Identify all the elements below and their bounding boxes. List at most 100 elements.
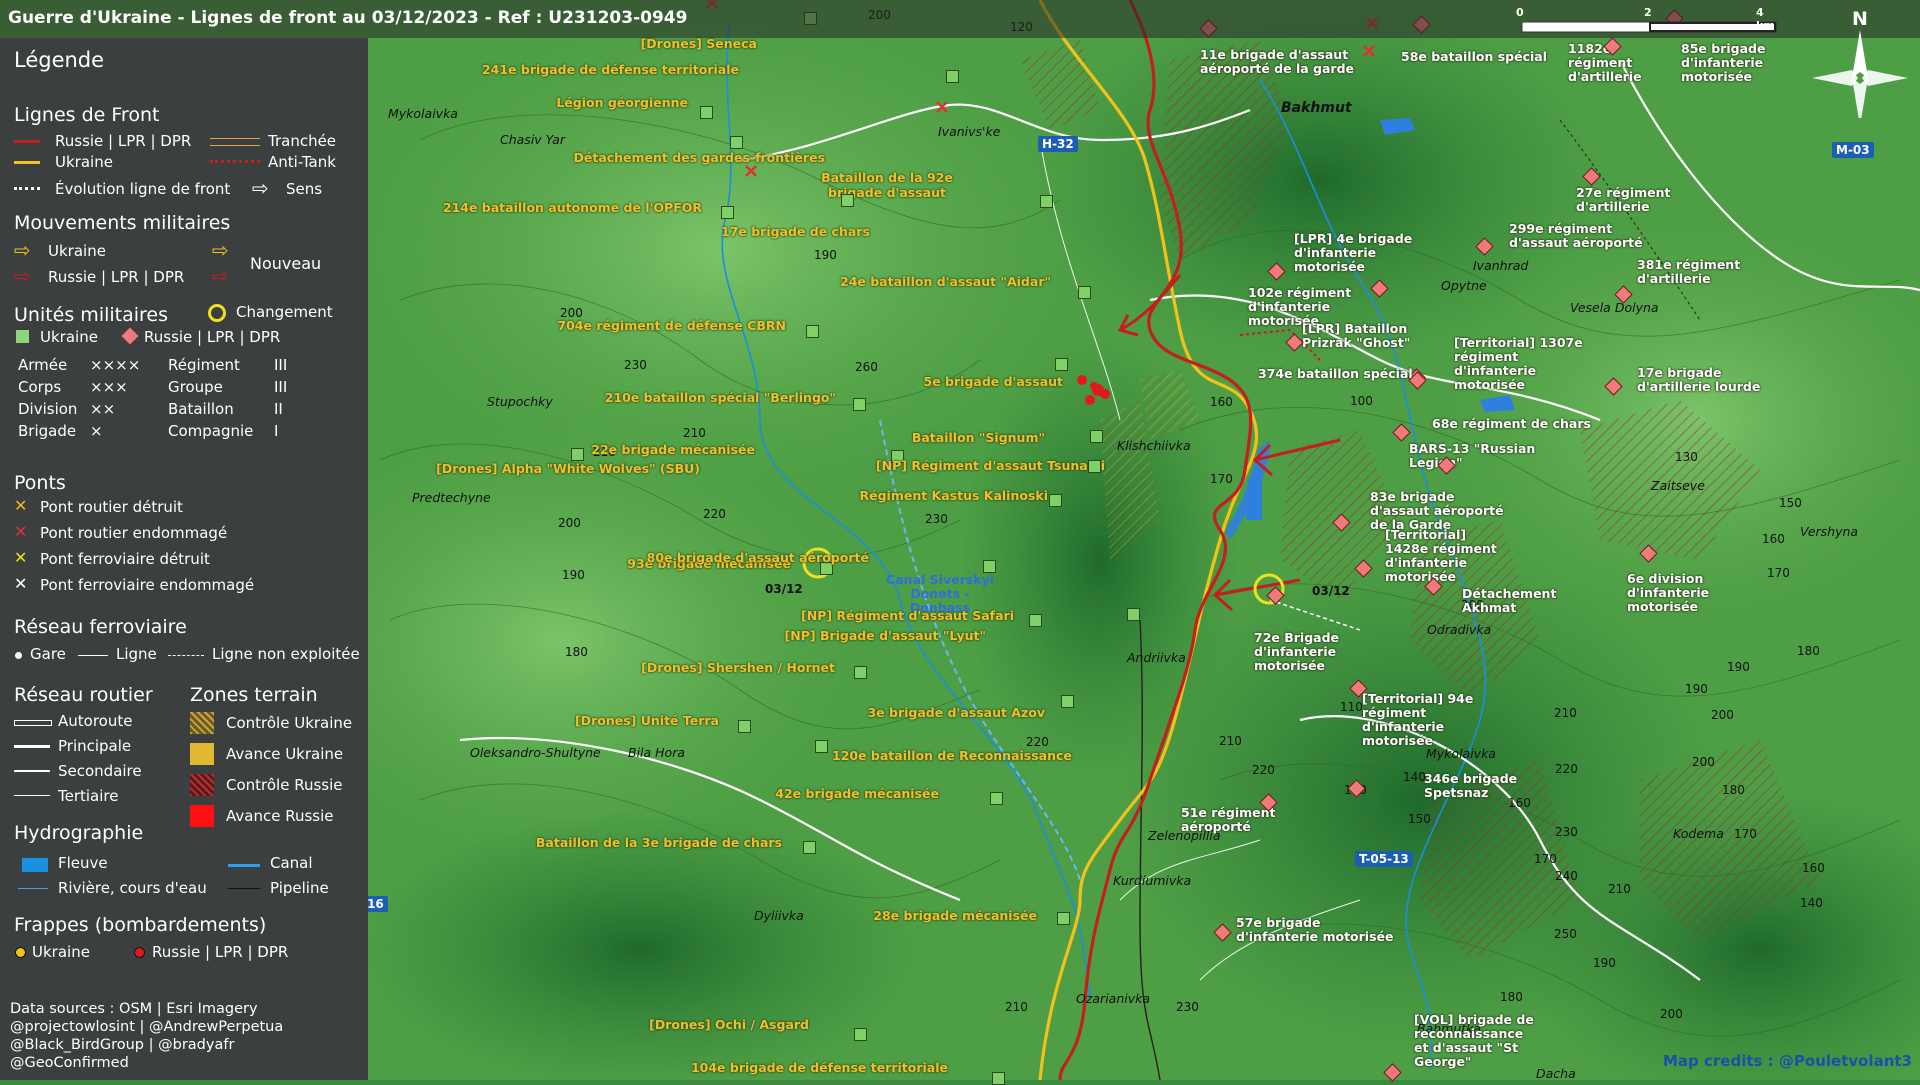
hydro-stream-label: Rivière, cours d'eau: [58, 879, 207, 897]
zone-label: Avance Russie: [226, 807, 334, 825]
place-label: Mykolaivka: [388, 106, 458, 121]
place-label: Andriivka: [1127, 650, 1186, 665]
ukraine-unit-label: [Drones] Unité Terra: [575, 713, 719, 728]
place-label: Zaitseve: [1651, 478, 1705, 493]
elevation-label: 170: [1210, 472, 1233, 486]
zone-label: Avance Ukraine: [226, 745, 344, 763]
ukraine-line-swatch: [14, 161, 40, 164]
echelon-symbol: III: [274, 378, 288, 396]
elevation-label: 190: [814, 248, 837, 262]
ukraine-unit-icon: [1090, 430, 1103, 443]
rail-unused-label: Ligne non exploitée: [212, 645, 360, 663]
ukraine-unit-icon: [983, 560, 996, 573]
russia-unit-label: 57e brigade d'infanterie motorisée: [1236, 915, 1394, 944]
ukraine-unit-icon: [730, 136, 743, 149]
ukraine-unit-icon: [1055, 358, 1068, 371]
station-icon: [15, 652, 22, 659]
echelon-label: Corps: [18, 378, 62, 396]
elevation-label: 180: [565, 645, 588, 659]
ukraine-unit-label: [Drones] Ochi / Asgard: [649, 1017, 809, 1032]
elevation-label: 100: [1350, 394, 1373, 408]
place-label: Dyliivka: [754, 908, 804, 923]
echelon-symbol: ×××: [90, 378, 128, 396]
elevation-label: 170: [1734, 827, 1757, 841]
movements-heading: Mouvements militaires: [14, 212, 231, 234]
russia-unit-icon: [121, 327, 139, 345]
russia-unit-label: 299e régiment d'assaut aéroporté: [1509, 221, 1643, 250]
elevation-label: 140: [1800, 896, 1823, 910]
ukraine-unit-label: 241e brigade de défense territoriale: [481, 62, 739, 77]
rail-line-swatch: [78, 655, 108, 656]
russia-unit-label: 27e régiment d'artillerie: [1576, 185, 1671, 214]
ukraine-unit-label: Bataillon de la 92e brigade d'assaut: [821, 170, 953, 200]
ukraine-unit-label: Régiment Kastus Kalinoski: [859, 488, 1048, 503]
data-sources: Data sources : OSM | Esri Imagery @proje…: [10, 1000, 283, 1072]
place-label: Klishchiivka: [1117, 438, 1191, 453]
echelon-label: Armée: [18, 356, 68, 374]
ukraine-unit-icon: [1061, 695, 1074, 708]
movement-new-label: Nouveau: [250, 254, 322, 273]
echelon-label: Régiment: [168, 356, 240, 374]
place-label: Chasiv Yar: [500, 132, 565, 147]
new-ukraine-arrow-icon: ⇨: [212, 238, 229, 262]
zone-swatch: [190, 743, 214, 765]
elevation-label: 230: [1176, 1000, 1199, 1014]
ukraine-unit-label: [Drones] Shershen / Hornet: [641, 660, 835, 675]
elevation-label: 230: [925, 512, 948, 526]
russia-unit-label: 58e bataillon spécial: [1401, 49, 1547, 64]
ukraine-unit-label: 3e brigade d'assaut Azov: [867, 705, 1045, 720]
ukraine-unit-icon: [1127, 608, 1140, 621]
elevation-label: 190: [1727, 660, 1750, 674]
legend-title: Légende: [14, 48, 105, 72]
russia-unit-label: [Territorial] 1307e régiment d'infanteri…: [1454, 335, 1583, 392]
ukraine-unit-icon: [1088, 460, 1101, 473]
legend-panel: Légende Lignes de Front Russie | LPR | D…: [0, 38, 368, 1080]
echelon-label: Division: [18, 400, 78, 418]
ukraine-unit-label: 210e bataillon spécial "Berlingo": [604, 390, 836, 405]
ukraine-unit-icon: [700, 106, 713, 119]
echelon-label: Brigade: [18, 422, 77, 440]
bridge-label: Pont routier endommagé: [40, 524, 228, 542]
canal-swatch: [228, 864, 260, 867]
elevation-label: 210: [683, 426, 706, 440]
russia-unit-label: BARS-13 "Russian Legion": [1409, 441, 1536, 470]
ukraine-unit-label: [Drones] Seneca: [640, 36, 757, 51]
ukraine-unit-label: 42e brigade mécanisée: [775, 786, 939, 801]
ukraine-unit-label: Légion géorgienne: [556, 95, 688, 110]
bridge-x-icon: ✕: [14, 496, 28, 515]
russia-unit-label: 6e division d'infanterie motorisée: [1627, 571, 1710, 614]
place-label: Ozarianivka: [1076, 991, 1151, 1006]
ukraine-unit-icon: [803, 841, 816, 854]
elevation-label: 150: [1408, 812, 1431, 826]
ukraine-unit-label: 5e brigade d'assaut: [923, 374, 1063, 389]
ukraine-unit-icon: [854, 1028, 867, 1041]
echelon-symbol: II: [274, 400, 283, 418]
ukraine-unit-icon: [1078, 286, 1091, 299]
place-label: Vershyna: [1800, 524, 1859, 539]
ukraine-unit-label: 704e régiment de défense CBRN: [557, 318, 786, 333]
ukraine-unit-icon: [1040, 195, 1053, 208]
elevation-label: 200: [1711, 708, 1734, 722]
elevation-label: 260: [855, 360, 878, 374]
road-badge: H-32: [1038, 136, 1078, 152]
ukraine-unit-icon: [854, 666, 867, 679]
elevation-label: 230: [1555, 825, 1578, 839]
change-date-label: 03/12: [1312, 584, 1350, 598]
road-swatch: [14, 720, 52, 726]
units-russia-label: Russie | LPR | DPR: [144, 328, 281, 346]
road-swatch: [14, 745, 50, 748]
bridge-label: Pont ferroviaire détruit: [40, 550, 210, 568]
elevation-label: 210: [1554, 706, 1577, 720]
strikes-heading: Frappes (bombardements): [14, 914, 267, 936]
zone-label: Contrôle Ukraine: [226, 714, 353, 732]
elevation-label: 210: [1219, 734, 1242, 748]
bridge-label: Pont ferroviaire endommagé: [40, 576, 255, 594]
units-heading: Unités militaires: [14, 304, 169, 326]
elevation-label: 190: [1685, 682, 1708, 696]
elevation-label: 130: [1675, 450, 1698, 464]
elevation-label: 190: [562, 568, 585, 582]
place-label: Kurdiumivka: [1113, 873, 1192, 888]
trench-swatch: [210, 138, 260, 146]
ukraine-unit-icon: [571, 448, 584, 461]
ukraine-unit-label: Détachement des gardes-frontières: [573, 150, 825, 165]
